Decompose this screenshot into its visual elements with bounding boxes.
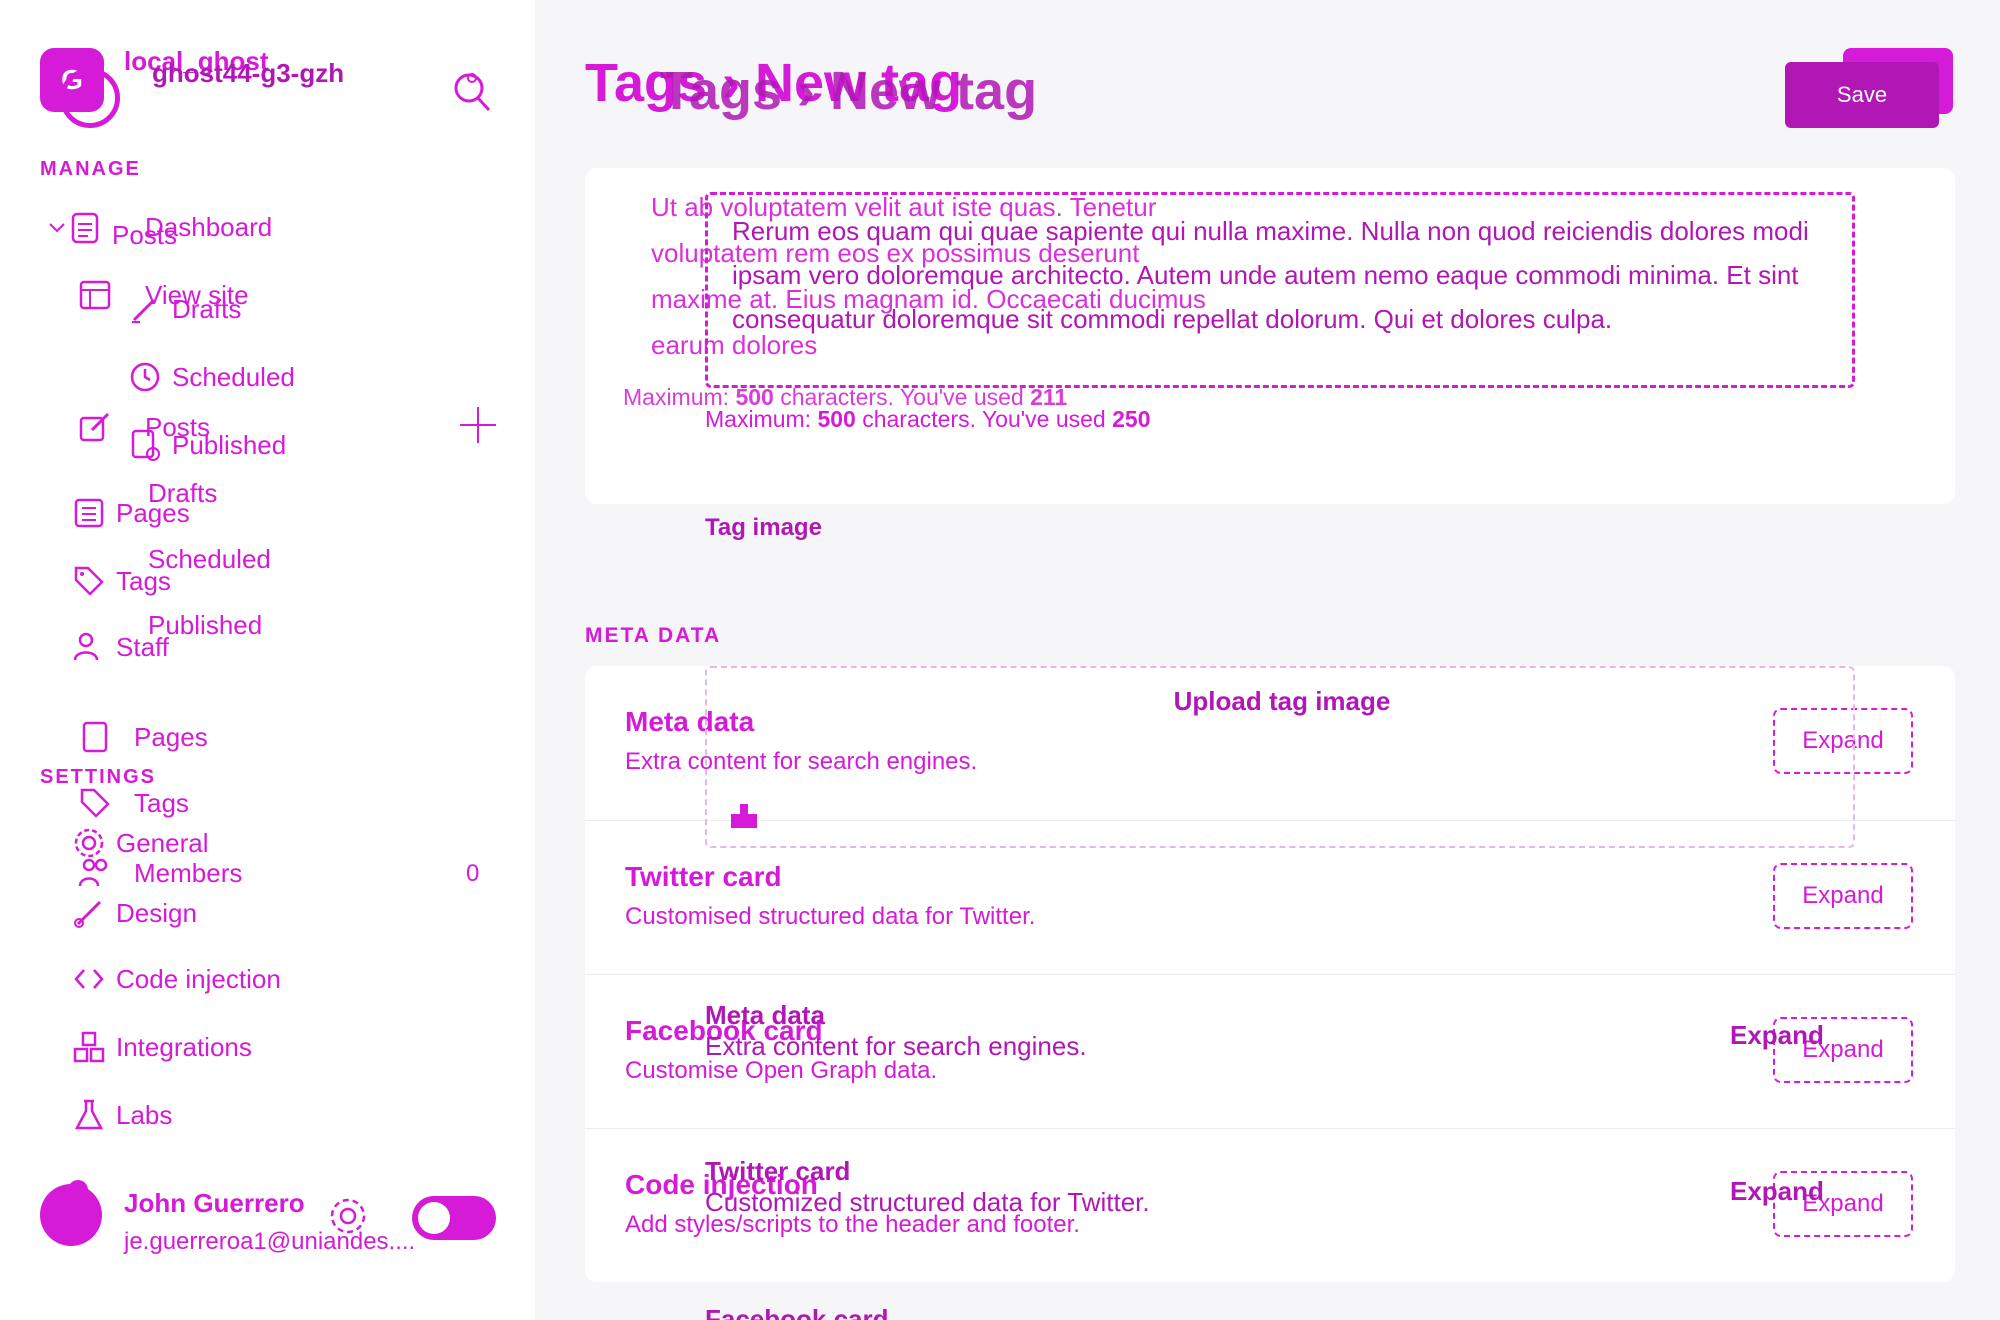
night-mode-toggle[interactable] <box>412 1196 496 1240</box>
meta-data-section-label: META DATA <box>585 624 722 647</box>
brand[interactable]: G local_ghost ghost44-g3-gzh <box>40 48 344 128</box>
user-name: John Guerrero <box>124 1188 305 1218</box>
breadcrumb-ghost: Tags › New tag <box>660 61 1038 121</box>
ghost-expand-twitter-button[interactable]: Expand <box>1730 1176 1824 1207</box>
ghost-row-twitter: Twitter card Customized structured data … <box>705 1156 1150 1217</box>
row-subtitle: Customised structured data for Twitter. <box>625 903 1036 930</box>
sidebar-item-label: Staff <box>116 631 170 662</box>
ghost-expand-meta-button[interactable]: Expand <box>1730 1020 1824 1051</box>
chevron-down-icon[interactable] <box>40 210 65 244</box>
sidebar-item-tags[interactable]: Tags <box>78 786 189 820</box>
sidebar-item-design[interactable]: Design <box>72 896 197 930</box>
ghost-row-meta-data: Meta data Extra content for search engin… <box>705 1000 1087 1061</box>
sidebar-item-labs[interactable]: Labs <box>72 1098 172 1132</box>
sidebar-item-code-injection[interactable]: Code injection <box>72 962 281 996</box>
expand-twitter-button[interactable]: Expand <box>1773 863 1913 929</box>
tag-icon <box>78 786 112 820</box>
site-logo: G <box>40 48 120 128</box>
sidebar-item-label: Pages <box>116 497 190 528</box>
upload-icon <box>729 800 759 830</box>
sidebar-item-label: Drafts <box>172 293 242 324</box>
posts-icon <box>68 210 102 244</box>
sidebar-item-label: Scheduled <box>172 361 295 392</box>
layout-icon <box>78 278 112 312</box>
brand-site: ghost44-g3-gzh <box>152 58 345 88</box>
sidebar-item-label: Published <box>172 429 287 460</box>
row-title: Twitter card <box>625 861 782 892</box>
sidebar-item-view-site[interactable] <box>78 278 122 312</box>
sidebar-item-staff[interactable]: Staff <box>72 630 169 664</box>
upload-tag-image-label: Upload tag image <box>1173 686 1391 716</box>
sidebar-item-pages-ghost[interactable]: Pages <box>72 496 190 530</box>
members-icon <box>78 856 112 890</box>
integrations-icon <box>72 1030 106 1064</box>
manage-label: MANAGE <box>40 158 141 180</box>
page-icon <box>78 720 112 754</box>
tag-image-upload[interactable]: Upload tag image <box>705 666 1855 848</box>
logo-ring <box>60 68 120 128</box>
tag-icon <box>72 564 106 598</box>
sidebar-item-scheduled[interactable]: Scheduled <box>128 360 295 394</box>
sidebar-item-label: Tags <box>116 565 171 596</box>
search-icon[interactable] <box>452 68 492 116</box>
tag-image-label: Tag image <box>705 514 822 541</box>
sidebar-item-label: General <box>116 827 209 858</box>
sidebar-item-general[interactable]: General <box>72 826 209 860</box>
breadcrumb: Tags › New tag Tags › New tag <box>585 52 1037 121</box>
edit-icon <box>78 410 112 444</box>
sidebar-item-label: Members <box>134 857 243 888</box>
main-content: Tags › New tag Tags › New tag Save Ut ab… <box>535 0 2000 1320</box>
brand-text: local_ghost ghost44-g3-gzh <box>124 48 344 86</box>
clock-icon <box>128 360 162 394</box>
sidebar-item-posts[interactable] <box>78 410 122 444</box>
sidebar-item-label: Pages <box>134 721 208 752</box>
gear-icon <box>72 826 106 860</box>
sidebar-item-members[interactable]: Members <box>78 856 242 890</box>
sidebar-item-drafts-ghost[interactable]: Drafts <box>128 292 241 326</box>
flask-icon <box>72 1098 106 1132</box>
sidebar-item-label: Design <box>116 897 197 928</box>
sidebar-item-published-ghost[interactable]: Published <box>128 428 286 462</box>
settings-gear-icon[interactable] <box>326 1194 370 1238</box>
sidebar-item-pages[interactable]: Pages <box>78 720 208 754</box>
pages-icon <box>72 496 106 530</box>
published-icon <box>128 428 162 462</box>
sidebar-item-label: Code injection <box>116 963 281 994</box>
sidebar-item-dashboard-label[interactable]: Dashboard <box>145 212 272 243</box>
sidebar-item-tags-ghost[interactable]: Tags <box>72 564 171 598</box>
ghost-row-facebook: Facebook card <box>705 1304 889 1320</box>
code-icon <box>72 962 106 996</box>
sidebar-item-label: Integrations <box>116 1031 252 1062</box>
sidebar-item-label: Labs <box>116 1099 173 1130</box>
char-count: Maximum: 500 characters. You've used 250 <box>705 406 1151 432</box>
members-count: 0 <box>466 860 480 887</box>
brush-icon <box>72 896 106 930</box>
description-textarea[interactable]: Rerum eos quam qui quae sapiente qui nul… <box>705 192 1855 388</box>
user-email: je.guerreroa1@uniandes.... <box>124 1228 416 1255</box>
avatar[interactable] <box>40 1180 102 1246</box>
sidebar-item-integrations[interactable]: Integrations <box>72 1030 252 1064</box>
sidebar: G local_ghost ghost44-g3-gzh MANAGE Post… <box>0 0 535 1320</box>
add-post-icon[interactable] <box>458 405 498 445</box>
save-button[interactable]: Save <box>1785 62 1939 128</box>
staff-icon <box>72 630 106 664</box>
pencil-icon <box>128 292 162 326</box>
user-menu[interactable]: John Guerrero je.guerreroa1@uniandes.... <box>40 1180 496 1255</box>
sidebar-item-label: Tags <box>134 787 189 818</box>
